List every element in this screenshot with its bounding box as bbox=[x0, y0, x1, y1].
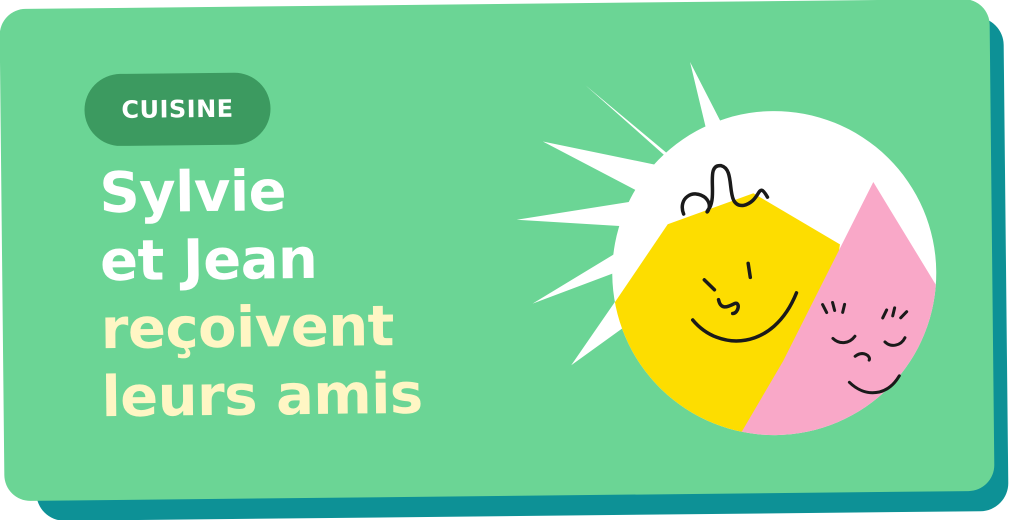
card[interactable]: CUISINE Sylvie et Jean reçoivent leurs a… bbox=[0, 0, 995, 502]
recipe-card-banner[interactable]: CUISINE Sylvie et Jean reçoivent leurs a… bbox=[0, 0, 1013, 520]
faces-illustration bbox=[516, 61, 938, 437]
